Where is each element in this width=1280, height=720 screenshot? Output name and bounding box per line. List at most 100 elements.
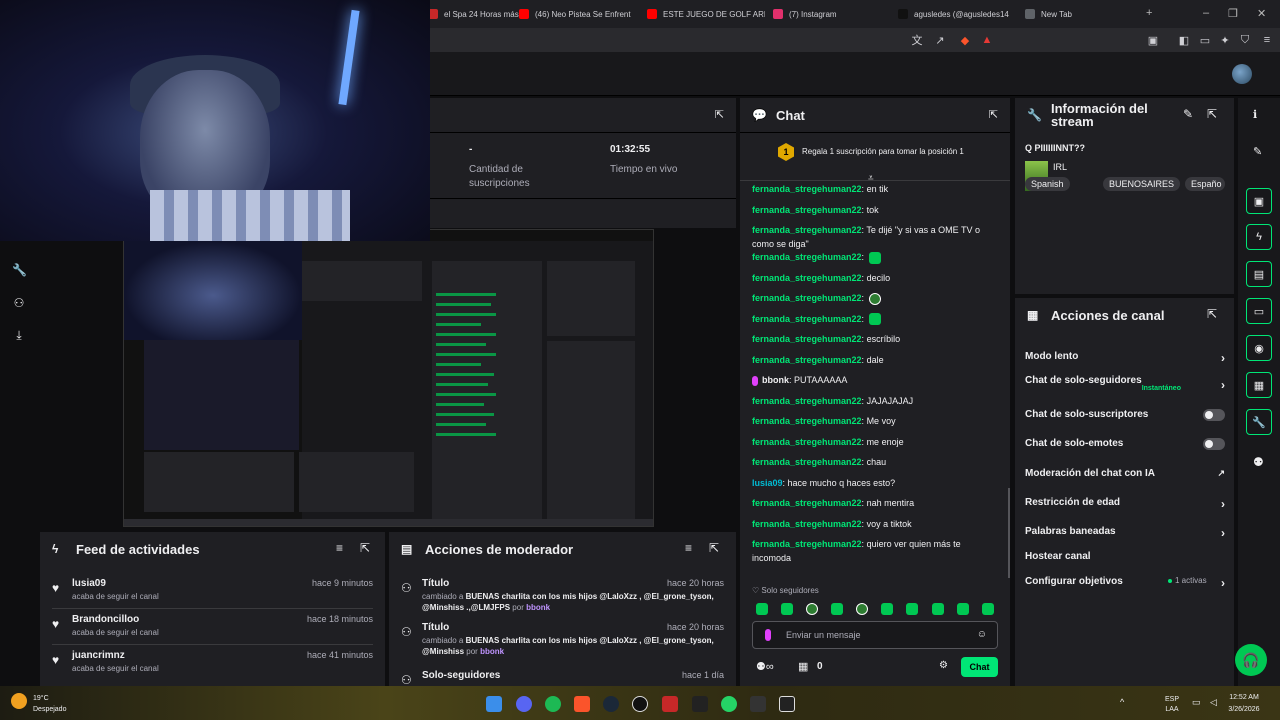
toggle-switch[interactable] <box>1203 438 1225 450</box>
vpn-icon[interactable]: ⛉ <box>1238 33 1252 47</box>
chat-username[interactable]: bbonk <box>762 375 789 385</box>
broadcast-icon[interactable]: ◉ <box>1246 335 1272 361</box>
store-icon[interactable]: ▦ <box>1246 372 1272 398</box>
network-icon[interactable]: ▭ <box>1192 698 1201 707</box>
lang-bottom[interactable]: LAA <box>1160 705 1184 714</box>
chat-bubble-icon[interactable]: ▭ <box>1246 298 1272 324</box>
obs-icon[interactable] <box>632 696 648 712</box>
info-icon[interactable]: ℹ <box>1253 108 1257 121</box>
wrench-icon[interactable]: 🔧 <box>12 263 27 277</box>
stream-tag[interactable]: BUENOSAIRES <box>1103 177 1181 191</box>
wrench-icon[interactable]: 🔧 <box>1246 409 1272 435</box>
channel-action-row[interactable]: Hostear canal <box>1025 551 1225 573</box>
channel-action-row[interactable]: Modo lento › <box>1025 351 1225 373</box>
chat-username[interactable]: fernanda_stregehuman22 <box>752 334 862 344</box>
app-icon-3[interactable] <box>779 696 795 712</box>
leo-icon[interactable]: ✦ <box>1218 33 1232 47</box>
rewards-icon[interactable]: ▲ <box>980 33 994 47</box>
app-icon[interactable] <box>662 696 678 712</box>
popout-icon[interactable]: ⇱ <box>709 541 719 555</box>
people-icon[interactable]: ⚇ <box>12 296 26 310</box>
bits-icon[interactable] <box>765 629 771 641</box>
channel-action-row[interactable]: Restricción de edad › <box>1025 497 1225 519</box>
translate-icon[interactable]: 文 <box>910 33 924 47</box>
document-icon[interactable]: ▤ <box>1246 261 1272 287</box>
brave-icon[interactable] <box>574 696 590 712</box>
feed-user-name[interactable]: Brandoncilloo <box>72 614 139 625</box>
feed-user-name[interactable]: juancrimnz <box>72 650 125 661</box>
panel-icon[interactable]: ◧ <box>1177 33 1191 47</box>
minimize-button[interactable]: – <box>1203 7 1209 19</box>
filter-icon[interactable]: ≡ <box>685 541 692 555</box>
close-window-button[interactable]: ✕ <box>1257 7 1266 20</box>
wallet-icon[interactable]: ▭ <box>1198 33 1212 47</box>
feed-item[interactable]: ♥ Brandoncilloo acaba de seguir el canal ha… <box>40 610 385 644</box>
volume-icon[interactable]: ◁ <box>1210 698 1217 707</box>
mod-action-item[interactable]: ⚇ Título hace 20 horas cambiado a BUENAS ch… <box>389 618 736 660</box>
edit-icon[interactable]: ✎ <box>1183 107 1193 121</box>
chat-username[interactable]: fernanda_stregehuman22 <box>752 519 862 529</box>
steam-icon[interactable] <box>603 696 619 712</box>
chat-username[interactable]: fernanda_stregehuman22 <box>752 416 862 426</box>
channel-action-row[interactable]: Chat de solo-seguidores Instantáneo › <box>1025 375 1225 397</box>
channel-action-row[interactable]: Chat de solo-emotes <box>1025 438 1225 460</box>
channel-action-row[interactable]: Chat de solo-suscriptores <box>1025 409 1225 431</box>
channel-points-icon[interactable]: ⚉∞ <box>756 660 774 673</box>
chat-username[interactable]: fernanda_stregehuman22 <box>752 457 862 467</box>
chat-scrollbar[interactable] <box>1008 488 1010 578</box>
help-button[interactable]: 🎧 <box>1235 644 1267 676</box>
chat-username[interactable]: fernanda_stregehuman22 <box>752 498 862 508</box>
feed-user-name[interactable]: lusia09 <box>72 578 106 589</box>
chat-send-button[interactable]: Chat <box>961 657 998 677</box>
browser-tab[interactable]: ESTE JUEGO DE GOLF ARR <box>647 4 765 24</box>
mod-action-item[interactable]: ⚇ Título hace 20 horas cambiado a BUENAS ch… <box>389 574 736 616</box>
chat-username[interactable]: fernanda_stregehuman22 <box>752 184 862 194</box>
gift-subscription-prompt[interactable]: Regala 1 suscripción para tomar la posic… <box>802 147 964 156</box>
chat-username[interactable]: fernanda_stregehuman22 <box>752 293 862 303</box>
chat-username[interactable]: fernanda_stregehuman22 <box>752 539 862 549</box>
popout-icon[interactable]: ⇱ <box>715 108 724 121</box>
restore-button[interactable]: ❐ <box>1228 7 1238 20</box>
chat-settings-icon[interactable]: ⚙ <box>939 660 948 671</box>
clip-icon[interactable]: ▣ <box>1246 188 1272 214</box>
discord-icon[interactable] <box>516 696 532 712</box>
store-icon[interactable]: ▦ <box>798 660 808 673</box>
tray-chevron-icon[interactable]: ^ <box>1120 698 1124 707</box>
lang-top[interactable]: ESP <box>1160 695 1184 704</box>
mod-action-by[interactable]: bbonk <box>526 603 550 612</box>
chat-username[interactable]: fernanda_stregehuman22 <box>752 252 862 262</box>
capcut-icon[interactable] <box>692 696 708 712</box>
feed-item[interactable]: ♥ juancrimnz acaba de seguir el canal hace … <box>40 646 385 680</box>
chat-username[interactable]: fernanda_stregehuman22 <box>752 355 862 365</box>
browser-tab[interactable]: agusledes (@agusledes14 <box>898 4 1016 24</box>
browser-tab[interactable]: (7) Instagram <box>773 4 891 24</box>
brave-shield-icon[interactable]: ◆ <box>958 33 972 47</box>
chat-username[interactable]: fernanda_stregehuman22 <box>752 314 862 324</box>
channel-action-row[interactable]: Configurar objetivos 1 activas › <box>1025 576 1225 598</box>
chat-username[interactable]: fernanda_stregehuman22 <box>752 437 862 447</box>
download-icon[interactable]: ⤓ <box>12 328 26 342</box>
popout-icon[interactable]: ⇱ <box>1207 307 1217 321</box>
browser-tab[interactable]: New Tab <box>1025 4 1135 24</box>
chat-input[interactable]: Enviar un mensaje ☺ <box>752 621 998 649</box>
feed-item[interactable]: ♥ lusia09 acaba de seguir el canal hace 9 m… <box>40 574 385 608</box>
emote-picker-icon[interactable]: ☺ <box>977 629 987 640</box>
channel-action-row[interactable]: Palabras baneadas › <box>1025 526 1225 548</box>
mod-action-by[interactable]: bbonk <box>480 647 504 656</box>
app-icon-2[interactable] <box>750 696 766 712</box>
share-icon[interactable]: ↗ <box>933 33 947 47</box>
chat-username[interactable]: fernanda_stregehuman22 <box>752 225 862 235</box>
avatar[interactable] <box>1232 64 1252 84</box>
popout-icon[interactable]: ⇱ <box>989 108 998 121</box>
chat-username[interactable]: fernanda_stregehuman22 <box>752 273 862 283</box>
lightning-icon[interactable]: ϟ <box>1246 224 1272 250</box>
chat-username[interactable]: lusia09 <box>752 478 783 488</box>
start-icon[interactable] <box>486 696 502 712</box>
menu-icon[interactable]: ≡ <box>1260 33 1274 47</box>
browser-tab[interactable]: (46) Neo Pistea Se Enfrent <box>519 4 637 24</box>
channel-action-row[interactable]: Moderación del chat con IA ↗ <box>1025 468 1225 490</box>
sidebar-icon[interactable]: ▣ <box>1146 33 1160 47</box>
chat-username[interactable]: fernanda_stregehuman22 <box>752 205 862 215</box>
spotify-icon[interactable] <box>545 696 561 712</box>
edit-icon[interactable]: ✎ <box>1253 145 1262 158</box>
